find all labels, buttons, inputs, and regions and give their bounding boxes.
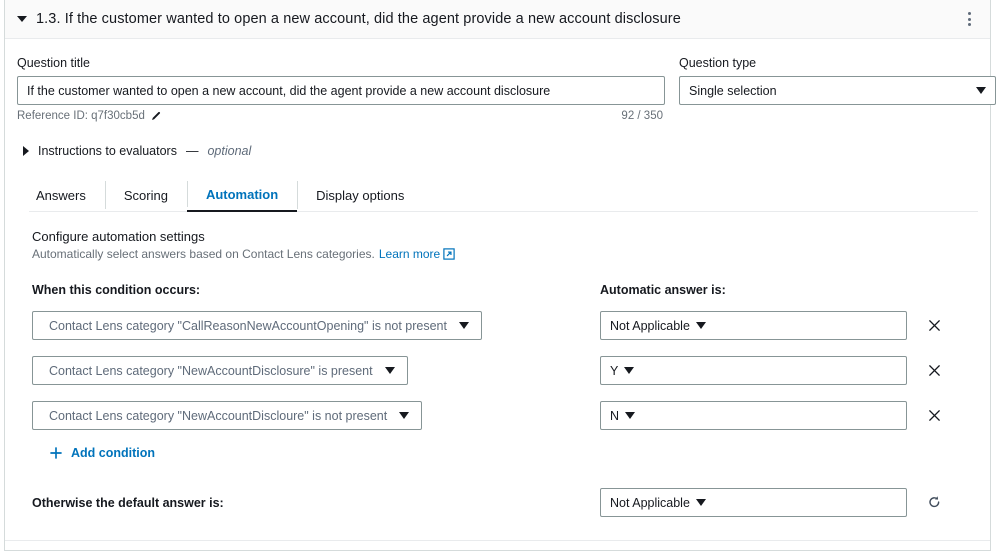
- automation-rule-row: Contact Lens category "CallReasonNewAcco…: [32, 311, 978, 341]
- chevron-down-icon: [624, 367, 635, 375]
- automation-section-subtitle: Automatically select answers based on Co…: [32, 247, 978, 261]
- reset-default-answer-button[interactable]: [921, 490, 947, 516]
- condition-select-1-value: Contact Lens category "CallReasonNewAcco…: [49, 318, 447, 333]
- default-answer-select[interactable]: Not Applicable: [600, 488, 907, 518]
- tab-display-options[interactable]: Display options: [297, 178, 423, 212]
- add-condition-label: Add condition: [71, 446, 156, 461]
- remove-condition-button-2[interactable]: [921, 358, 947, 384]
- tab-answers[interactable]: Answers: [17, 178, 105, 212]
- external-link-icon: [443, 248, 455, 260]
- question-type-select[interactable]: Single selection: [679, 76, 996, 106]
- reference-id-text: Reference ID: q7f30cb5d: [17, 110, 145, 123]
- learn-more-link[interactable]: Learn more: [379, 247, 455, 261]
- plus-icon: [49, 446, 63, 460]
- answer-select-1-value: Not Applicable: [610, 318, 690, 333]
- chevron-down-icon: [459, 322, 469, 330]
- condition-select-2-value: Contact Lens category "NewAccountDisclos…: [49, 363, 373, 378]
- question-type-group: Question type Single selection: [679, 55, 996, 106]
- tab-scoring-label: Scoring: [123, 187, 168, 203]
- chevron-down-icon: [399, 412, 410, 420]
- character-counter: 92 / 350: [621, 110, 663, 123]
- tab-automation[interactable]: Automation: [186, 178, 298, 213]
- question-title-input[interactable]: [17, 76, 665, 106]
- question-tabs: Answers Scoring Automation Display optio…: [17, 178, 978, 213]
- edit-pencil-icon[interactable]: [150, 111, 161, 122]
- kebab-menu-icon[interactable]: [958, 8, 980, 30]
- question-title-group: Question title Reference ID: q7f30cb5d 9…: [17, 55, 665, 122]
- automation-section-title: Configure automation settings: [32, 229, 205, 245]
- question-header-title: 1.3. If the customer wanted to open a ne…: [36, 11, 681, 27]
- condition-select-3-value: Contact Lens category "NewAccountDisclou…: [49, 408, 388, 423]
- automation-rule-row: Contact Lens category "NewAccountDisclos…: [32, 356, 978, 386]
- question-card-body: Question title Reference ID: q7f30cb5d 9…: [5, 39, 996, 550]
- question-type-label: Question type: [679, 56, 757, 70]
- add-condition-button[interactable]: Add condition: [49, 446, 978, 460]
- answer-column-title: Automatic answer is:: [600, 283, 726, 298]
- reference-id-group: Reference ID: q7f30cb5d: [17, 110, 161, 122]
- instructions-optional: optional: [207, 144, 252, 159]
- condition-column-title: When this condition occurs:: [32, 283, 201, 298]
- automation-condition-rows: Contact Lens category "CallReasonNewAcco…: [32, 311, 978, 431]
- learn-more-label: Learn more: [378, 247, 441, 262]
- question-title-label: Question title: [17, 56, 90, 70]
- tab-list: Answers Scoring Automation Display optio…: [17, 178, 978, 213]
- chevron-down-icon: [625, 412, 636, 420]
- question-card: 1.3. If the customer wanted to open a ne…: [4, 0, 996, 551]
- instructions-to-evaluators-toggle[interactable]: Instructions to evaluators — optional: [23, 144, 978, 158]
- default-answer-value: Not Applicable: [610, 495, 690, 510]
- answer-select-1[interactable]: Not Applicable: [600, 311, 907, 341]
- tab-answers-label: Answers: [36, 187, 86, 203]
- question-type-value: Single selection: [689, 83, 777, 98]
- chevron-down-icon: [976, 87, 986, 95]
- automation-rule-row: Contact Lens category "NewAccountDisclou…: [32, 401, 978, 431]
- remove-condition-button-1[interactable]: [921, 313, 947, 339]
- automation-pane: Configure automation settings Automatica…: [17, 229, 978, 518]
- instructions-dash: —: [185, 144, 199, 159]
- instructions-label: Instructions to evaluators: [38, 144, 177, 159]
- answer-select-2[interactable]: Y: [600, 356, 907, 386]
- answer-select-2-value: Y: [610, 363, 619, 378]
- automation-subtitle-text: Automatically select answers based on Co…: [32, 247, 375, 262]
- question-title-meta: Reference ID: q7f30cb5d 92 / 350: [17, 110, 665, 122]
- automation-columns-header: When this condition occurs: Automatic an…: [32, 281, 978, 299]
- automation-settings-screen: 1.3. If the customer wanted to open a ne…: [0, 0, 1000, 560]
- remove-condition-button-3[interactable]: [921, 403, 947, 429]
- condition-select-3[interactable]: Contact Lens category "NewAccountDisclou…: [32, 401, 423, 431]
- default-answer-label: Otherwise the default answer is:: [32, 495, 224, 510]
- condition-select-1[interactable]: Contact Lens category "CallReasonNewAcco…: [32, 311, 482, 341]
- chevron-down-icon: [695, 322, 706, 330]
- tab-display-options-label: Display options: [316, 187, 405, 203]
- card-bottom-divider: [5, 540, 990, 541]
- collapse-caret-down-icon[interactable]: [17, 16, 27, 22]
- expand-caret-right-icon: [23, 146, 29, 157]
- default-answer-row: Otherwise the default answer is: Not App…: [32, 488, 978, 518]
- chevron-down-icon: [384, 367, 395, 375]
- condition-select-2[interactable]: Contact Lens category "NewAccountDisclos…: [32, 356, 408, 386]
- chevron-down-icon: [695, 499, 706, 507]
- answer-select-3-value: N: [610, 408, 620, 423]
- question-card-header: 1.3. If the customer wanted to open a ne…: [5, 0, 990, 39]
- tab-automation-label: Automation: [205, 186, 279, 202]
- tab-scoring[interactable]: Scoring: [104, 178, 187, 212]
- question-meta-row: Question title Reference ID: q7f30cb5d 9…: [17, 55, 996, 122]
- answer-select-3[interactable]: N: [600, 401, 907, 431]
